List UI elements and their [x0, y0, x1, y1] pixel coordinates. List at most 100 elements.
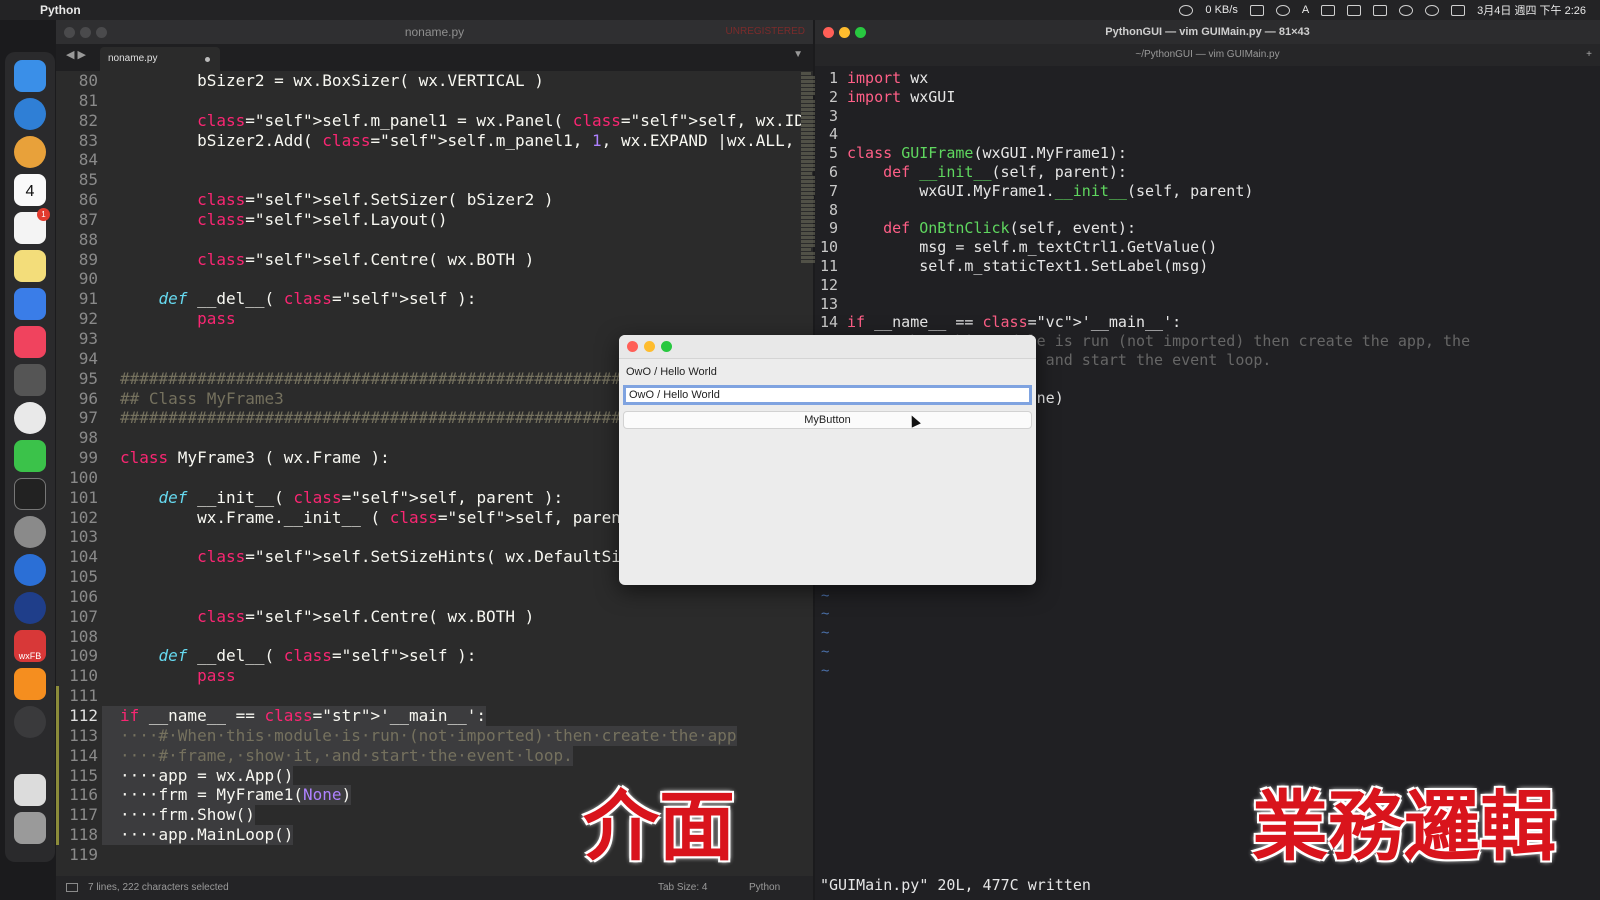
- code-line[interactable]: 112 if __name__ == class="str">'__main__'…: [56, 706, 801, 726]
- vim-line[interactable]: 2 import wxGUI: [815, 88, 1575, 107]
- reminders-icon[interactable]: 1: [14, 208, 50, 244]
- code-line[interactable]: 87 class="self">self.Layout(): [56, 210, 801, 230]
- code-line[interactable]: 111: [56, 686, 801, 706]
- menu-app-name[interactable]: Python: [40, 3, 81, 17]
- line-status-icon[interactable]: [1249, 4, 1264, 16]
- minimize-button[interactable]: [80, 27, 91, 38]
- music-icon[interactable]: [14, 326, 46, 358]
- panel-toggle-icon[interactable]: [66, 883, 78, 892]
- wifi-icon[interactable]: [1399, 4, 1414, 16]
- tab-nav-arrows-icon[interactable]: ◀ ▶: [66, 48, 86, 61]
- code-line[interactable]: 90: [56, 269, 801, 289]
- code-line[interactable]: 92 pass: [56, 309, 801, 329]
- wxformbuilder-icon[interactable]: wxFB: [14, 630, 46, 662]
- line-number: 106: [69, 586, 98, 606]
- zoom-button[interactable]: [855, 27, 866, 38]
- safari-icon[interactable]: [14, 98, 46, 130]
- media-player-icon[interactable]: [14, 592, 46, 624]
- vim-line[interactable]: 14 if __name__ == class="vc">'__main__':: [815, 313, 1575, 332]
- code-line[interactable]: 82 class="self">self.m_panel1 = wx.Panel…: [56, 111, 801, 131]
- vim-line[interactable]: 12: [815, 276, 1575, 295]
- mail-icon[interactable]: [14, 288, 46, 320]
- input-source-indicator[interactable]: A: [1302, 4, 1309, 16]
- zoom-button[interactable]: [96, 27, 107, 38]
- battery-icon[interactable]: [1373, 4, 1388, 16]
- volume-icon[interactable]: [1321, 4, 1336, 16]
- code-line[interactable]: 81: [56, 91, 801, 111]
- close-button[interactable]: [823, 27, 834, 38]
- tab-size-indicator[interactable]: Tab Size: 4: [658, 876, 707, 900]
- vim-line[interactable]: 1 import wx: [815, 69, 1575, 88]
- play-icon[interactable]: [1275, 4, 1290, 16]
- photos-icon[interactable]: [14, 136, 46, 168]
- vim-line[interactable]: 8: [815, 201, 1575, 220]
- vim-line-number: 7: [828, 181, 838, 200]
- code-line[interactable]: 108: [56, 627, 801, 647]
- record-icon[interactable]: [1179, 4, 1194, 16]
- calendar-icon[interactable]: 4: [14, 174, 46, 206]
- code-line[interactable]: 109 def __del__( class="self">self ):: [56, 646, 801, 666]
- vim-line[interactable]: 10 msg = self.m_textCtrl1.GetValue(): [815, 238, 1575, 257]
- text-input[interactable]: [623, 385, 1032, 405]
- menubar-clock[interactable]: 3月4日 週四 下午 2:26: [1477, 2, 1586, 18]
- code-line[interactable]: 91 def __del__( class="self">self ):: [56, 289, 801, 309]
- maps-pin-icon[interactable]: [14, 554, 46, 586]
- code-line[interactable]: 110 pass: [56, 666, 801, 686]
- vim-line[interactable]: 5 class GUIFrame(wxGUI.MyFrame1):: [815, 144, 1575, 163]
- code-line[interactable]: 88: [56, 230, 801, 250]
- vim-line[interactable]: 9 def OnBtnClick(self, event):: [815, 219, 1575, 238]
- zoom-button[interactable]: [661, 341, 672, 352]
- minimize-button[interactable]: [839, 27, 850, 38]
- vim-line[interactable]: 4: [815, 125, 1575, 144]
- minimize-button[interactable]: [644, 341, 655, 352]
- code-line[interactable]: 84: [56, 150, 801, 170]
- vim-line[interactable]: 3: [815, 107, 1575, 126]
- notes-icon[interactable]: [14, 250, 46, 282]
- vim-line[interactable]: 11 self.m_staticText1.SetLabel(msg): [815, 257, 1575, 276]
- trash-icon[interactable]: [14, 812, 46, 844]
- line-icon[interactable]: [14, 440, 46, 472]
- sublime-text-icon[interactable]: [14, 668, 46, 700]
- vim-code-text: if __name__ == class="vc">'__main__':: [847, 313, 1182, 332]
- code-text: def __del__( class="self">self ):: [158, 646, 477, 666]
- terminal-icon[interactable]: [14, 478, 46, 510]
- new-tab-icon[interactable]: +: [1586, 44, 1592, 66]
- bluetooth-icon[interactable]: [1347, 4, 1362, 16]
- line-number: 98: [78, 428, 98, 448]
- control-center-icon[interactable]: [1451, 4, 1466, 16]
- code-line[interactable]: 107 class="self">self.Centre( wx.BOTH ): [56, 607, 801, 627]
- tab-dropdown-icon[interactable]: ▼: [793, 49, 803, 60]
- code-line[interactable]: 83 bSizer2.Add( class="self">self.m_pane…: [56, 131, 801, 151]
- code-line[interactable]: 80 bSizer2 = wx.BoxSizer( wx.VERTICAL ): [56, 71, 801, 91]
- finder-icon[interactable]: [14, 60, 46, 92]
- vim-line[interactable]: 6 def __init__(self, parent):: [815, 163, 1575, 182]
- vim-line-number: 13: [819, 294, 838, 313]
- system-preferences-icon[interactable]: [14, 516, 46, 548]
- chrome-icon[interactable]: [14, 402, 46, 434]
- close-button[interactable]: [627, 341, 638, 352]
- code-line[interactable]: 106: [56, 587, 801, 607]
- downloads-folder-icon[interactable]: [14, 774, 46, 806]
- line-number: 87: [78, 209, 98, 229]
- unregistered-label: UNREGISTERED: [725, 26, 805, 37]
- vim-line[interactable]: 7 wxGUI.MyFrame1.__init__(self, parent): [815, 182, 1575, 201]
- vim-line-number: 9: [828, 219, 838, 238]
- code-line[interactable]: 113 ····#·When·this·module·is·run·(not·im…: [56, 725, 801, 746]
- mybutton[interactable]: MyButton: [623, 411, 1032, 429]
- calculator-icon[interactable]: [14, 364, 46, 396]
- close-button[interactable]: [64, 27, 75, 38]
- search-icon[interactable]: [1425, 4, 1440, 16]
- code-line[interactable]: 85: [56, 170, 801, 190]
- syntax-indicator[interactable]: Python: [749, 876, 780, 900]
- code-line[interactable]: 114 ····#·frame,·show·it,·and·start·the·e…: [56, 745, 801, 766]
- code-line[interactable]: 86 class="self">self.SetSizer( bSizer2 ): [56, 190, 801, 210]
- launcher-rocket-icon[interactable]: [14, 706, 46, 738]
- terminal-titlebar: PythonGUI — vim GUIMain.py — 81×43: [815, 20, 1600, 44]
- tab-noname[interactable]: noname.py: [100, 47, 220, 71]
- code-line[interactable]: 89 class="self">self.Centre( wx.BOTH ): [56, 250, 801, 270]
- unsaved-dot-icon[interactable]: [205, 57, 210, 62]
- vim-line[interactable]: 13: [815, 295, 1575, 314]
